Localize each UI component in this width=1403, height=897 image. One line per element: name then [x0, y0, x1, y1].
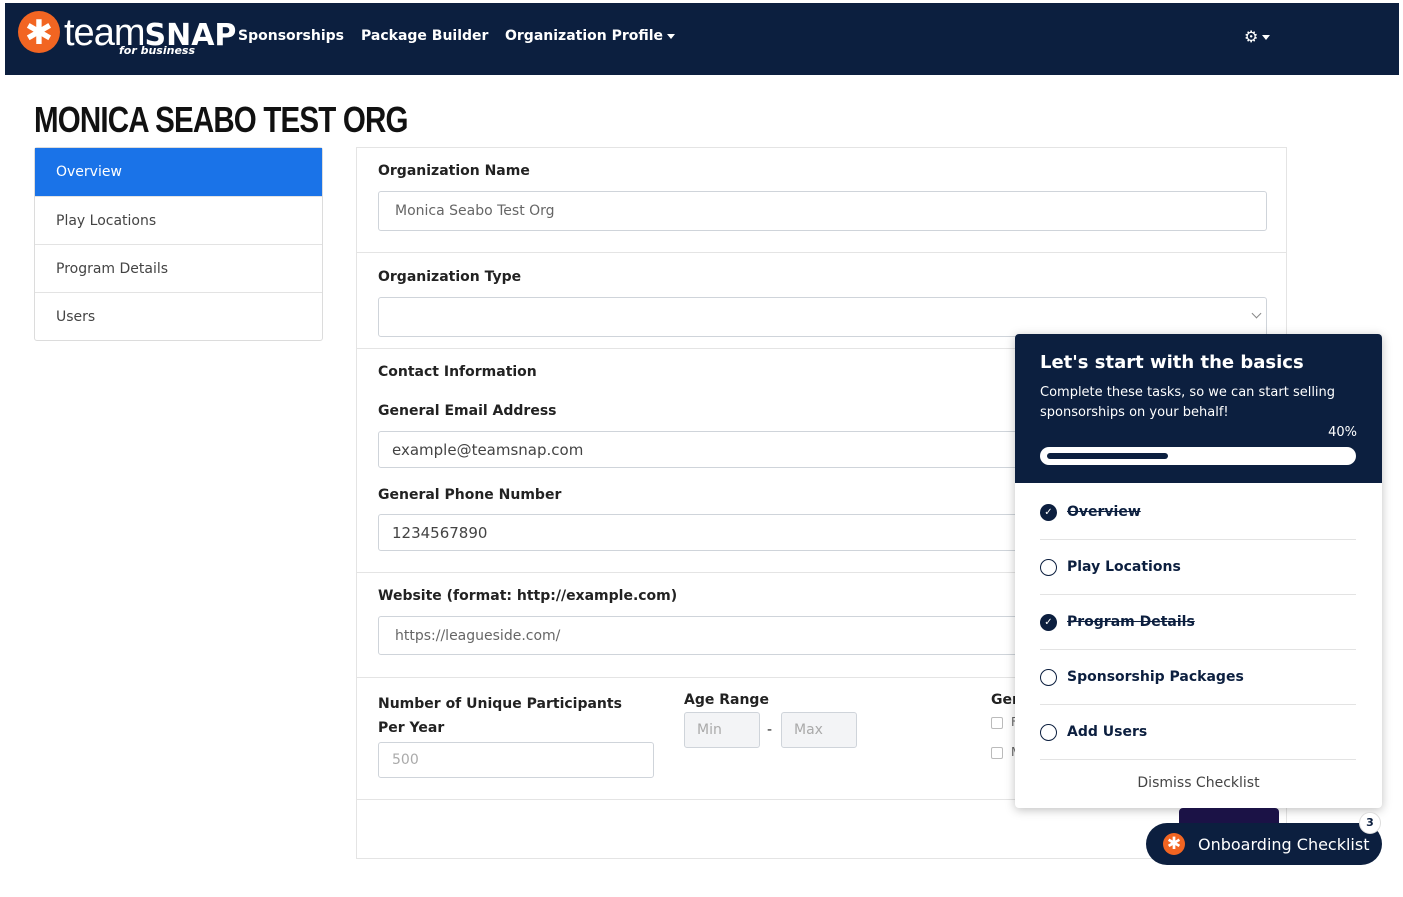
contact-info-heading: Contact Information: [378, 364, 537, 380]
teamsnap-star-icon: ✱: [1163, 833, 1185, 855]
task-label: Overview: [1067, 504, 1141, 520]
dismiss-checklist-link[interactable]: Dismiss Checklist: [1015, 775, 1382, 791]
age-max-input[interactable]: Max: [781, 712, 857, 748]
age-min-input[interactable]: Min: [684, 712, 760, 748]
app-frame: ✱ teamSNAP for business Sponsorships Pac…: [5, 3, 1399, 897]
checklist-task-overview[interactable]: ✓ Overview: [1040, 485, 1356, 540]
participants-label: Number of Unique Participants Per Year: [378, 696, 622, 736]
onboarding-checklist-button[interactable]: ✱ Onboarding Checklist: [1146, 823, 1382, 865]
check-circle-icon: ✓: [1040, 503, 1057, 521]
page-title: MONICA SEABO TEST ORG: [34, 99, 408, 140]
onboarding-checklist-popover: Let's start with the basics Complete the…: [1015, 334, 1382, 808]
nav-organization-profile[interactable]: Organization Profile: [505, 28, 676, 44]
sidebar-item-users[interactable]: Users: [35, 292, 322, 340]
checklist-title: Let's start with the basics: [1040, 352, 1304, 373]
checklist-header: Let's start with the basics Complete the…: [1015, 334, 1382, 483]
checklist-progress-fill: [1047, 453, 1168, 459]
participants-input[interactable]: 500: [378, 742, 654, 778]
org-type-select[interactable]: [378, 297, 1267, 337]
logo-tagline: for business: [119, 44, 196, 57]
task-label: Play Locations: [1067, 559, 1181, 575]
checklist-percent: 40%: [1328, 425, 1357, 440]
empty-circle-icon: [1040, 668, 1057, 686]
divider: [357, 252, 1286, 253]
gender-checkbox-1[interactable]: [991, 717, 1003, 729]
gender-checkbox-2[interactable]: [991, 747, 1003, 759]
phone-label: General Phone Number: [378, 487, 562, 503]
task-label: Sponsorship Packages: [1067, 669, 1244, 685]
checklist-description: Complete these tasks, so we can start se…: [1040, 385, 1336, 420]
age-range-label: Age Range: [684, 692, 769, 708]
chevron-down-icon: [1262, 35, 1271, 40]
email-label: General Email Address: [378, 403, 557, 419]
checklist-task-add-users[interactable]: Add Users: [1040, 705, 1356, 760]
org-name-label: Organization Name: [378, 163, 530, 179]
task-label: Program Details: [1067, 614, 1195, 630]
age-range-separator: -: [767, 722, 773, 738]
nav-package-builder[interactable]: Package Builder: [361, 28, 488, 44]
checklist-task-play-locations[interactable]: Play Locations: [1040, 540, 1356, 595]
profile-sidebar: Overview Play Locations Program Details …: [34, 147, 323, 341]
checklist-task-sponsorship-packages[interactable]: Sponsorship Packages: [1040, 650, 1356, 705]
teamsnap-logo-icon: ✱: [18, 11, 60, 53]
gear-icon: ⚙: [1244, 27, 1259, 46]
website-label: Website (format: http://example.com): [378, 588, 678, 604]
settings-menu-button[interactable]: ⚙: [1244, 27, 1271, 46]
sidebar-item-play-locations[interactable]: Play Locations: [35, 196, 322, 244]
checklist-task-program-details[interactable]: ✓ Program Details: [1040, 595, 1356, 650]
org-type-label: Organization Type: [378, 269, 522, 285]
checklist-progress-bar: [1040, 447, 1356, 465]
check-circle-icon: ✓: [1040, 613, 1057, 631]
nav-sponsorships[interactable]: Sponsorships: [238, 28, 344, 44]
onboarding-checklist-label: Onboarding Checklist: [1198, 834, 1370, 854]
top-navbar: ✱ teamSNAP for business Sponsorships Pac…: [5, 3, 1399, 75]
empty-circle-icon: [1040, 558, 1057, 576]
empty-circle-icon: [1040, 723, 1057, 741]
sidebar-item-overview[interactable]: Overview: [35, 148, 322, 196]
sidebar-item-program-details[interactable]: Program Details: [35, 244, 322, 292]
onboarding-count-badge: 3: [1359, 812, 1381, 834]
org-name-input[interactable]: Monica Seabo Test Org: [378, 191, 1267, 231]
chevron-down-icon: [667, 33, 676, 39]
chevron-down-icon: [1251, 308, 1262, 319]
task-label: Add Users: [1067, 724, 1148, 740]
nav-organization-profile-label: Organization Profile: [505, 28, 664, 44]
